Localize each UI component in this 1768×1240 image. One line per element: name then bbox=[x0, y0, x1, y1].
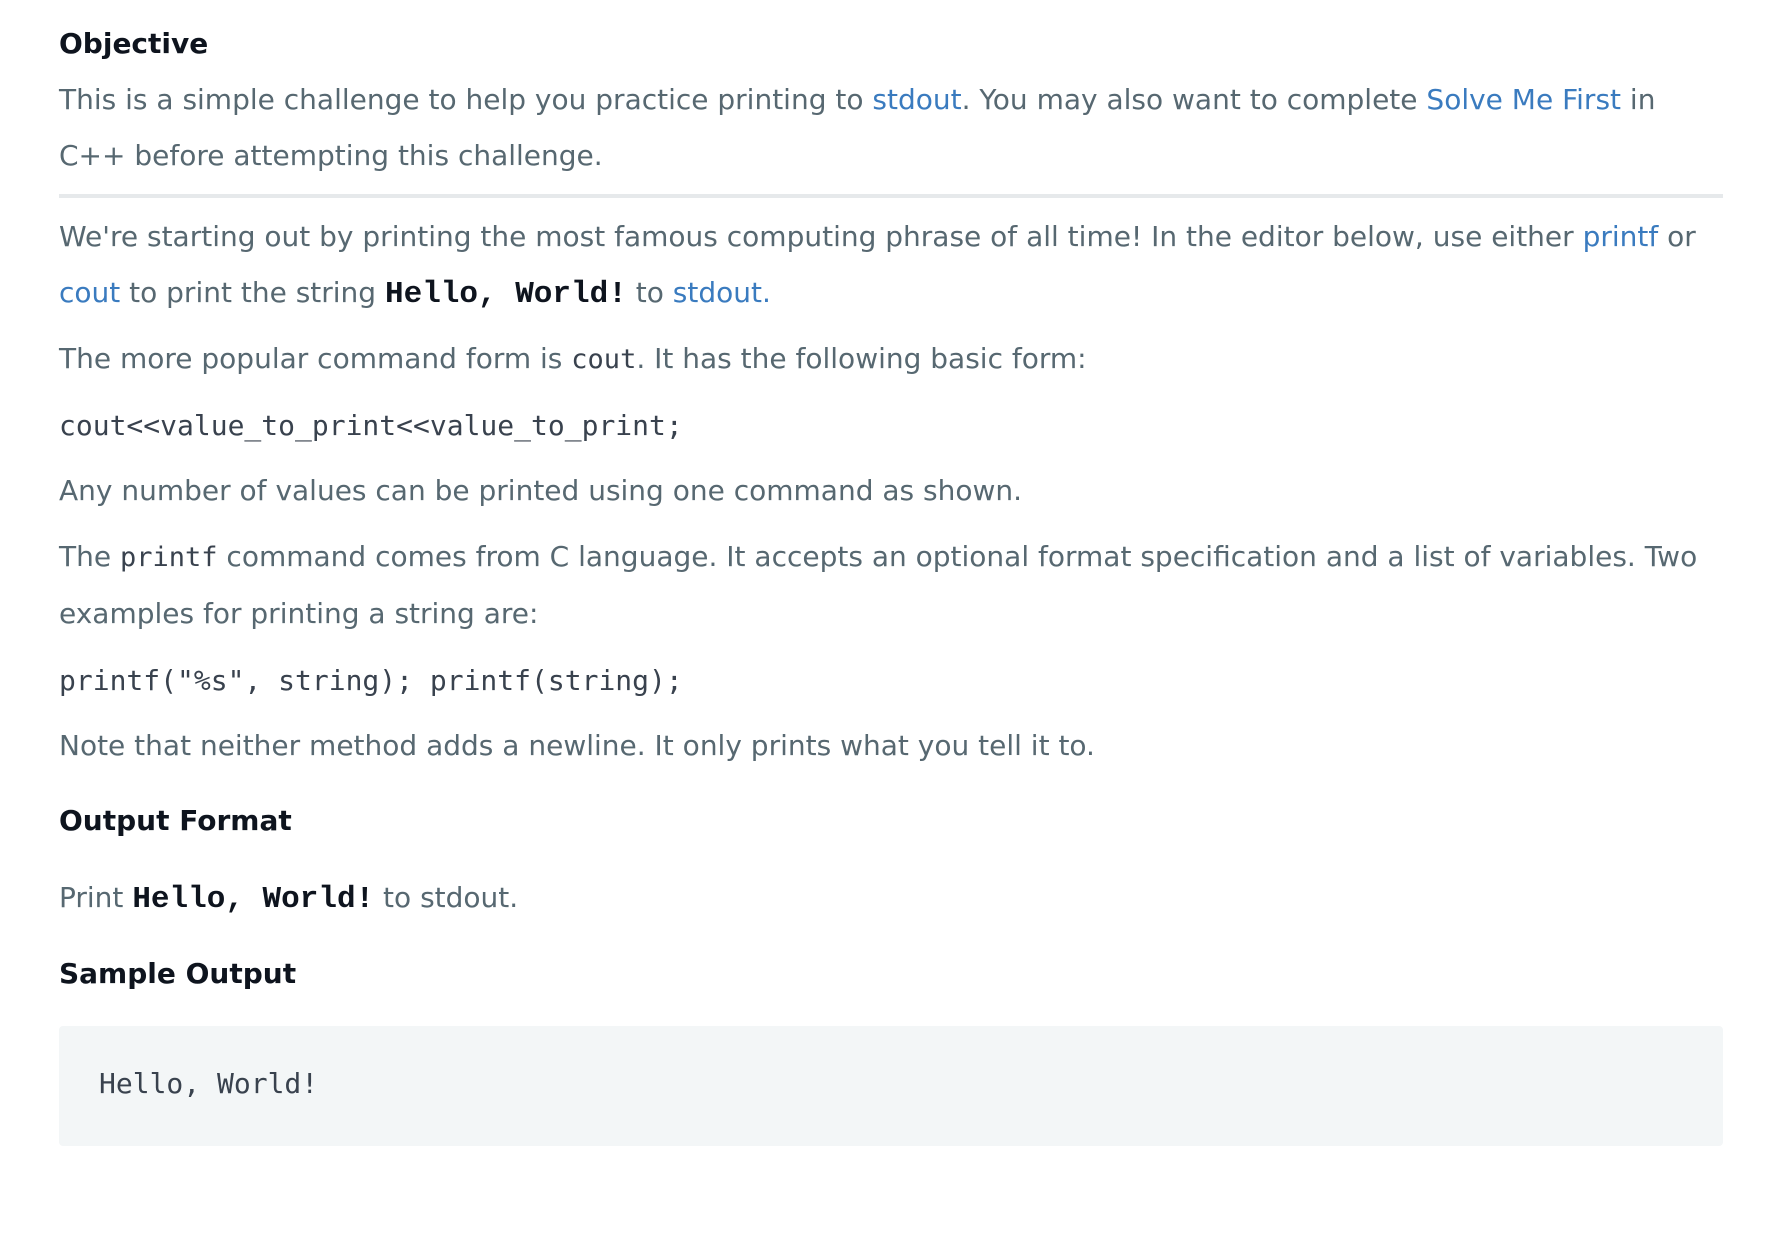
cout-link[interactable]: cout bbox=[59, 276, 120, 309]
solve-me-first-link[interactable]: Solve Me First bbox=[1426, 83, 1621, 116]
intro-paragraph: We're starting out by printing the most … bbox=[59, 209, 1723, 323]
cout-text-2: . It has the following basic form: bbox=[636, 342, 1087, 375]
intro-text-or: or bbox=[1658, 220, 1696, 253]
output-hello-world-code: Hello, World! bbox=[132, 882, 375, 917]
objective-heading: Objective bbox=[59, 27, 209, 60]
objective-paragraph: This is a simple challenge to help you p… bbox=[59, 72, 1723, 184]
printf-text-2: command comes from C language. It accept… bbox=[59, 540, 1698, 630]
printf-link[interactable]: printf bbox=[1583, 220, 1659, 253]
output-format-text-1: Print bbox=[59, 881, 133, 914]
output-format-text-2: to stdout. bbox=[374, 881, 519, 914]
objective-text-2: . You may also want to complete bbox=[961, 83, 1427, 116]
intro-text-to: to bbox=[626, 276, 673, 309]
sample-output-heading: Sample Output bbox=[59, 957, 297, 990]
stdout-link[interactable]: stdout bbox=[872, 83, 961, 116]
output-format-heading: Output Format bbox=[59, 804, 292, 837]
sample-output-text: Hello, World! bbox=[99, 1067, 319, 1100]
printf-paragraph: The printf command comes from C language… bbox=[59, 529, 1723, 642]
printf-text-1: The bbox=[59, 540, 120, 573]
intro-text-1: We're starting out by printing the most … bbox=[59, 220, 1583, 253]
section-divider bbox=[59, 194, 1723, 198]
output-format-paragraph: Print Hello, World! to stdout. bbox=[59, 870, 1723, 928]
printf-code: printf bbox=[119, 542, 218, 573]
sample-output-box: Hello, World! bbox=[59, 1026, 1723, 1146]
cout-text-1: The more popular command form is bbox=[59, 342, 572, 375]
note-paragraph: Note that neither method adds a newline.… bbox=[59, 729, 1095, 762]
any-number-paragraph: Any number of values can be printed usin… bbox=[59, 474, 1023, 507]
hello-world-code: Hello, World! bbox=[384, 277, 627, 312]
intro-text-2: to print the string bbox=[120, 276, 385, 309]
cout-example-code: cout<<value_to_print<<value_to_print; bbox=[59, 409, 683, 442]
cout-paragraph: The more popular command form is cout. I… bbox=[59, 331, 1723, 388]
cout-code: cout bbox=[571, 344, 637, 375]
stdout-link-2[interactable]: stdout. bbox=[673, 276, 771, 309]
printf-example-code: printf("%s", string); printf(string); bbox=[59, 664, 683, 697]
objective-text-1: This is a simple challenge to help you p… bbox=[59, 83, 873, 116]
